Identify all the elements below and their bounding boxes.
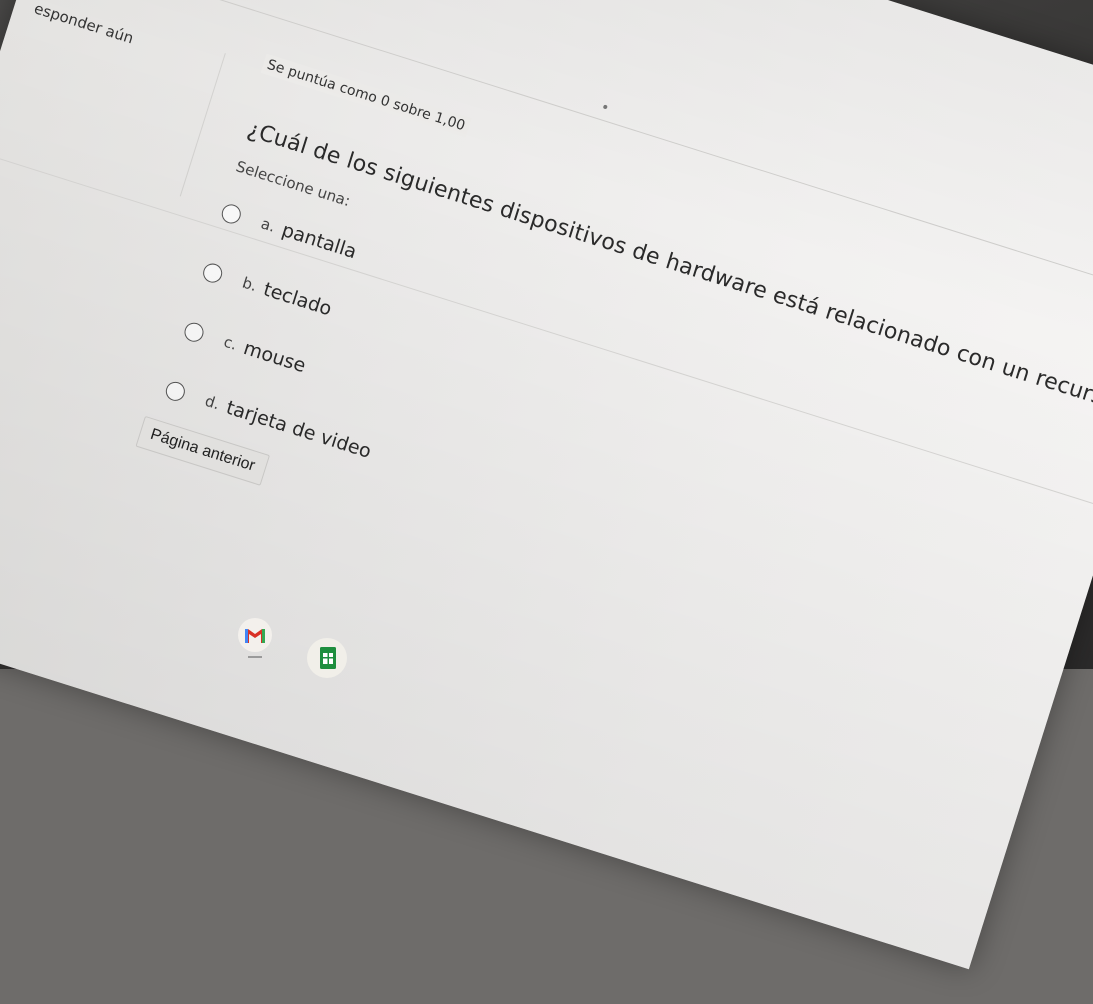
radio-button[interactable]: [163, 378, 188, 403]
option-label: teclado: [260, 278, 335, 321]
answer-option-b[interactable]: b. teclado: [200, 259, 334, 320]
option-label: mouse: [240, 337, 309, 378]
answer-option-a[interactable]: a. pantalla: [219, 200, 359, 263]
app-running-indicator: [248, 656, 262, 658]
option-letter: d.: [202, 391, 222, 414]
sheets-icon[interactable]: [307, 638, 347, 678]
question-text: ¿Cuál de los siguientes dispositivos de …: [244, 117, 1093, 458]
option-letter: c.: [221, 332, 240, 354]
browser-viewport: esponder aún Se puntúa como 0 sobre 1,00…: [0, 0, 1093, 970]
option-letter: a.: [258, 214, 278, 236]
radio-button[interactable]: [200, 260, 225, 285]
gmail-icon[interactable]: [238, 618, 272, 652]
option-label: pantalla: [279, 219, 360, 264]
previous-page-button[interactable]: Página anterior: [135, 415, 270, 486]
radio-button[interactable]: [219, 201, 244, 226]
question-grade: Se puntúa como 0 sobre 1,00: [260, 53, 472, 138]
decorative-dot: [602, 104, 608, 110]
answer-option-c[interactable]: c. mouse: [182, 318, 309, 378]
radio-button[interactable]: [182, 319, 207, 344]
option-letter: b.: [240, 273, 260, 295]
question-box-divider: [0, 148, 1093, 511]
